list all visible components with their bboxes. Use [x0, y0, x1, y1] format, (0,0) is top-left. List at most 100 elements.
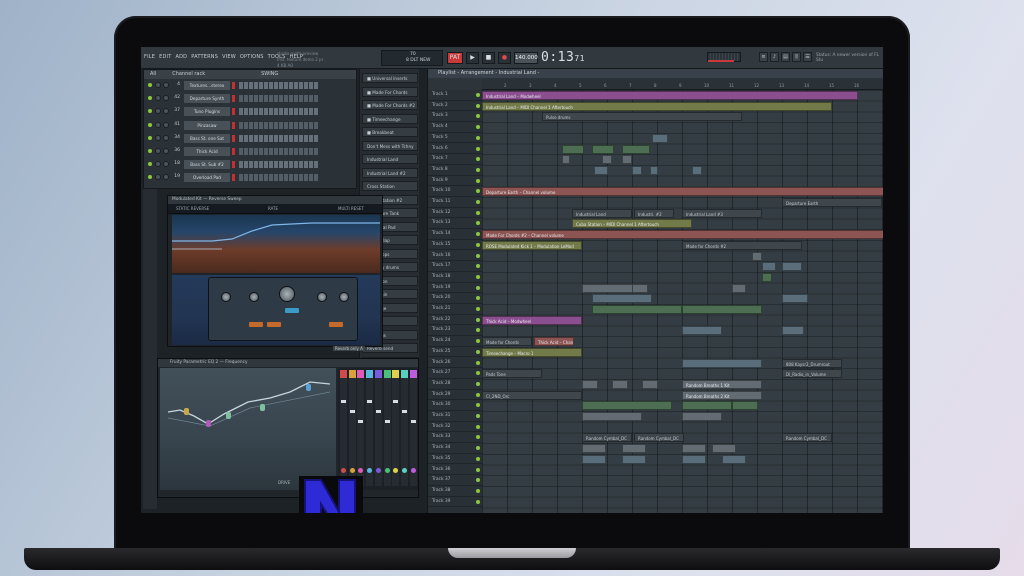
- playlist-pattern-block[interactable]: [682, 358, 762, 368]
- track-mute-led[interactable]: [476, 178, 480, 183]
- pattern-song-toggle[interactable]: PAT: [447, 52, 463, 64]
- track-header[interactable]: Track 24: [428, 336, 482, 347]
- channel-volume-knob[interactable]: [163, 95, 169, 102]
- channel-pan-knob[interactable]: [155, 134, 161, 141]
- playlist-pattern-block[interactable]: [692, 165, 702, 175]
- plugin-list-item[interactable]: Made For Chords: [362, 86, 418, 97]
- playlist-pattern-block[interactable]: [650, 165, 658, 175]
- playlist-pattern-block[interactable]: [582, 401, 672, 411]
- channel-volume-knob[interactable]: [163, 148, 169, 154]
- plugin-list-item[interactable]: Don't Mess with Tchny: [362, 140, 418, 151]
- playlist-pattern-block[interactable]: [642, 379, 658, 389]
- track-mute-led[interactable]: [476, 157, 480, 162]
- playlist-pattern-block[interactable]: [622, 155, 632, 165]
- mixer-strip[interactable]: [400, 370, 408, 486]
- track-header[interactable]: Track 20: [428, 293, 482, 304]
- effect-plugin-title[interactable]: Modulated Kit — Reverse Sweep: [168, 196, 382, 204]
- knob-1[interactable]: [221, 292, 231, 302]
- mixer-fader[interactable]: [367, 400, 373, 403]
- tempo-display[interactable]: 140.000: [514, 52, 538, 64]
- track-mute-led[interactable]: [476, 328, 480, 333]
- channel-mute-led[interactable]: [148, 109, 152, 114]
- effect-toggle-3[interactable]: [285, 308, 299, 313]
- mixer-strip[interactable]: [348, 370, 356, 486]
- mixer-strip-led[interactable]: [401, 468, 407, 473]
- channel-mixer-number[interactable]: 19: [172, 174, 180, 179]
- track-header[interactable]: Track 16: [428, 251, 482, 262]
- channel-name-button[interactable]: Overload Pad: [184, 173, 230, 183]
- track-header[interactable]: Track 13: [428, 218, 482, 230]
- track-mute-led[interactable]: [476, 103, 480, 108]
- channel-mute-led[interactable]: [148, 83, 152, 87]
- step-sequencer[interactable]: [239, 108, 319, 116]
- track-header[interactable]: Track 9: [428, 176, 482, 187]
- knob-3[interactable]: [317, 292, 327, 302]
- eq-band-4[interactable]: [260, 404, 265, 411]
- channel-pan-knob[interactable]: [155, 121, 161, 128]
- stop-button[interactable]: ■: [482, 52, 495, 64]
- track-header[interactable]: Track 29: [428, 390, 482, 401]
- channel-volume-knob[interactable]: [163, 174, 169, 181]
- channel-pan-knob[interactable]: [155, 95, 161, 102]
- eq-title[interactable]: Fruity Parametric EQ 2 — Frequency: [158, 359, 418, 367]
- track-header[interactable]: Track 8: [428, 165, 482, 176]
- track-mute-led[interactable]: [476, 360, 480, 365]
- playlist-pattern-block[interactable]: [612, 379, 628, 389]
- step-sequencer[interactable]: [239, 134, 319, 142]
- mixer-strip-led[interactable]: [393, 468, 399, 473]
- channel-row[interactable]: 41 Pinzasaw: [144, 120, 356, 132]
- playlist-pattern-block[interactable]: [582, 379, 598, 389]
- playlist-pattern-block[interactable]: [632, 165, 642, 175]
- track-mute-led[interactable]: [476, 125, 480, 130]
- playlist-pattern-block[interactable]: [732, 401, 758, 411]
- playlist-clip[interactable]: Timeechange – Macro 1: [482, 347, 582, 357]
- track-header[interactable]: Track 23: [428, 325, 482, 337]
- channel-mixer-number[interactable]: 37: [172, 108, 180, 113]
- playlist-pattern-block[interactable]: [592, 305, 682, 314]
- track-header[interactable]: Track 11: [428, 197, 482, 208]
- channel-rack-icon[interactable]: ▤: [781, 52, 790, 62]
- channel-mixer-number[interactable]: 36: [172, 148, 180, 153]
- plugin-list-item[interactable]: Breakbeat: [362, 127, 418, 137]
- track-mute-led[interactable]: [476, 435, 480, 440]
- playlist-pattern-block[interactable]: [622, 454, 646, 464]
- mixer-strip-led[interactable]: [410, 468, 416, 473]
- track-mute-led[interactable]: [476, 114, 480, 119]
- playlist-pattern-block[interactable]: [782, 294, 808, 304]
- track-header[interactable]: Track 34: [428, 443, 482, 454]
- mixer-strip[interactable]: [374, 370, 382, 486]
- channel-mixer-number[interactable]: 41: [172, 122, 180, 127]
- playlist-icon[interactable]: ≡: [759, 52, 768, 62]
- plugin-list-item[interactable]: Universal Inserts: [362, 73, 418, 83]
- playlist-pattern-block[interactable]: [782, 326, 804, 336]
- playlist-clip[interactable]: Cuba Station – MIDI Channel 1 Aftertouch: [572, 219, 692, 229]
- track-header[interactable]: Track 36: [428, 465, 482, 476]
- playlist-ruler[interactable]: 2 3 4 5 6 7 8 9 10 11 12 13 14 15 16: [482, 78, 883, 90]
- playlist-clip[interactable]: Made for Chords #2: [682, 240, 802, 250]
- effect-tab-2[interactable]: RATE: [268, 206, 278, 211]
- track-header[interactable]: Track 3: [428, 111, 482, 123]
- record-button[interactable]: ●: [498, 52, 511, 64]
- playlist-title[interactable]: Playlist - Arrangement - Industrial Land…: [428, 69, 883, 78]
- track-header[interactable]: Track 12: [428, 208, 482, 219]
- track-header[interactable]: Track 25: [428, 347, 482, 358]
- playlist-clip[interactable]: Industrial Land – MIDI Channel 1 Afterto…: [482, 101, 832, 111]
- track-header[interactable]: Track 27: [428, 368, 482, 379]
- mixer-strip[interactable]: [383, 370, 391, 486]
- playlist-clip[interactable]: Departure Earth: [782, 198, 882, 207]
- track-header[interactable]: Track 30: [428, 400, 482, 411]
- menu-patterns[interactable]: PATTERNS: [191, 54, 218, 60]
- channel-select-bar[interactable]: [232, 82, 235, 89]
- playlist-clip[interactable]: Random Breaths 1 Kit: [682, 379, 762, 389]
- track-header[interactable]: Track 15: [428, 240, 482, 251]
- playlist-clip[interactable]: Industrial Land #3: [682, 208, 762, 218]
- channel-mute-led[interactable]: [148, 162, 152, 167]
- track-mute-led[interactable]: [476, 499, 480, 504]
- channel-volume-knob[interactable]: [163, 121, 169, 128]
- track-mute-led[interactable]: [476, 392, 480, 397]
- track-header[interactable]: Track 21: [428, 304, 482, 315]
- playlist-clip[interactable]: Pads Tone: [482, 369, 542, 379]
- step-sequencer[interactable]: [239, 82, 319, 89]
- channel-mixer-number[interactable]: 42: [172, 95, 180, 100]
- track-mute-led[interactable]: [476, 414, 480, 418]
